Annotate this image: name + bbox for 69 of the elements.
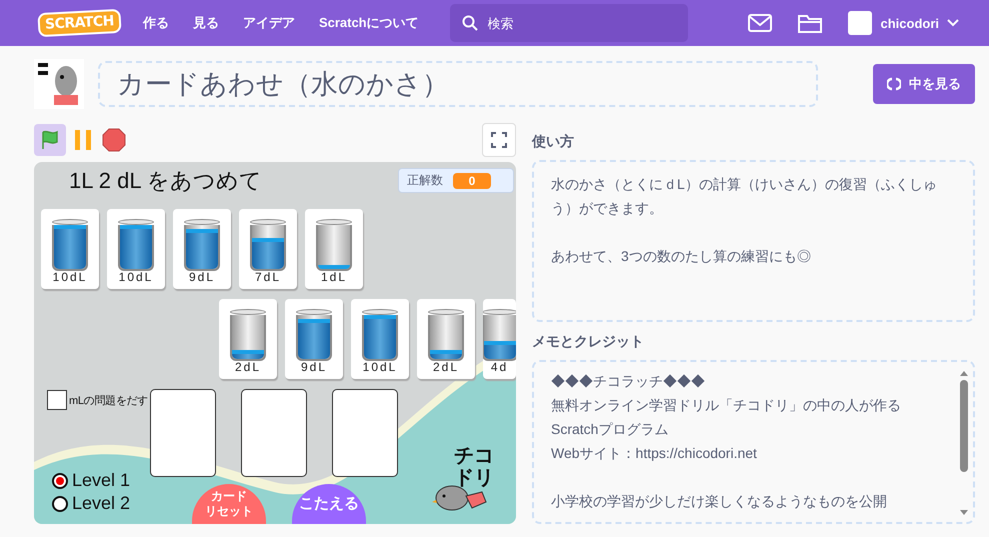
- credits-text: ◆◆◆チコラッチ◆◆◆: [551, 372, 706, 391]
- credits-text: 無料オンライン学習ドリル「チコドリ」の中の人が作るScratchプログラム: [551, 396, 902, 439]
- cup-rim: [184, 219, 220, 225]
- answer-card-slot[interactable]: [332, 389, 398, 477]
- cup-rim: [52, 219, 88, 225]
- cup-rim: [296, 309, 332, 315]
- volume-card[interactable]: 1dL: [305, 209, 363, 289]
- card-label: 10dL: [118, 271, 154, 283]
- stop-icon[interactable]: [102, 128, 126, 152]
- score-label: 正解数: [407, 172, 443, 189]
- volume-card[interactable]: 4d: [483, 299, 516, 379]
- card-label: 4d: [490, 361, 508, 373]
- volume-card[interactable]: 10dL: [41, 209, 99, 289]
- folder-icon[interactable]: [798, 13, 822, 33]
- radio-label: Level 2: [72, 493, 130, 514]
- card-label: 10dL: [362, 361, 398, 373]
- nav-link[interactable]: 見る: [192, 10, 219, 36]
- nav-link[interactable]: 作る: [142, 10, 169, 36]
- credits-text: 小学校の学習が少しだけ楽しくなるようなものを公開: [551, 492, 888, 511]
- question-text: 1L 2 dL をあつめて: [69, 167, 262, 195]
- game-stage[interactable]: 1L 2 dL をあつめて 正解数 0 10dL 10dL 9dL 7dL 1dL 2dL 9dL 10dL 2dL 4d mLの問題をだす Level 1 Level 2 カード リセット こたえる チコドリ: [34, 162, 516, 524]
- cup-rim: [428, 309, 464, 315]
- checkbox-label: mLの問題をだす: [69, 394, 148, 408]
- volume-card[interactable]: 9dL: [173, 209, 231, 289]
- answer-card-slot[interactable]: [150, 389, 216, 477]
- credits-text: Webサイト：https://chicodori.net: [551, 444, 758, 463]
- card-label: 9dL: [300, 361, 328, 373]
- nav-link[interactable]: アイデア: [242, 10, 295, 36]
- fullscreen-icon: [491, 132, 507, 148]
- card-label: 7dL: [254, 271, 282, 283]
- remix-icon: [887, 77, 901, 91]
- volume-card[interactable]: 9dL: [285, 299, 343, 379]
- search-icon: [462, 15, 478, 31]
- card-label: 1dL: [320, 271, 348, 283]
- scrollbar[interactable]: [959, 370, 969, 516]
- radio-label: Level 1: [72, 470, 130, 491]
- score-value: 0: [453, 172, 491, 188]
- card-label: 10dL: [52, 271, 88, 283]
- mail-icon[interactable]: [748, 14, 772, 32]
- volume-card[interactable]: 10dL: [107, 209, 165, 289]
- cup-rim: [316, 219, 352, 225]
- avatar-icon[interactable]: [848, 11, 872, 35]
- username[interactable]: chicodori: [880, 16, 939, 30]
- volume-card[interactable]: 2dL: [417, 299, 475, 379]
- project-title-field[interactable]: カードあわせ（水のかさ）: [98, 61, 818, 107]
- instructions-text: 水のかさ（とくにｄL）の計算（けいさん）の復習（ふくしゅう）ができます。: [551, 175, 938, 218]
- cup-rim: [118, 219, 154, 225]
- fullscreen-button[interactable]: [482, 123, 516, 157]
- card-label: 2dL: [234, 361, 262, 373]
- cup-rim: [250, 219, 286, 225]
- logo-text: チコドリ: [454, 445, 495, 489]
- search-field[interactable]: 検索: [450, 4, 688, 42]
- volume-card[interactable]: 7dL: [239, 209, 297, 289]
- checkbox[interactable]: [47, 390, 67, 410]
- volume-card[interactable]: 2dL: [219, 299, 277, 379]
- section-heading: メモとクレジット: [532, 333, 645, 351]
- instructions-text: あわせて、3つの数のたし算の練習にも◎: [551, 247, 812, 266]
- volume-card[interactable]: 10dL: [351, 299, 409, 379]
- see-inside-button[interactable]: 中を見る: [873, 64, 975, 104]
- cup-rim: [483, 309, 516, 315]
- answer-card-slot[interactable]: [241, 389, 307, 477]
- card-label: 2dL: [432, 361, 460, 373]
- card-label: 9dL: [188, 271, 216, 283]
- cup-rim: [362, 309, 398, 315]
- cup-rim: [230, 309, 266, 315]
- nav-link[interactable]: Scratchについて: [318, 10, 419, 36]
- caret-icon[interactable]: [947, 19, 959, 27]
- section-heading: 使い方: [532, 133, 575, 151]
- bird-avatar-icon: [34, 59, 84, 109]
